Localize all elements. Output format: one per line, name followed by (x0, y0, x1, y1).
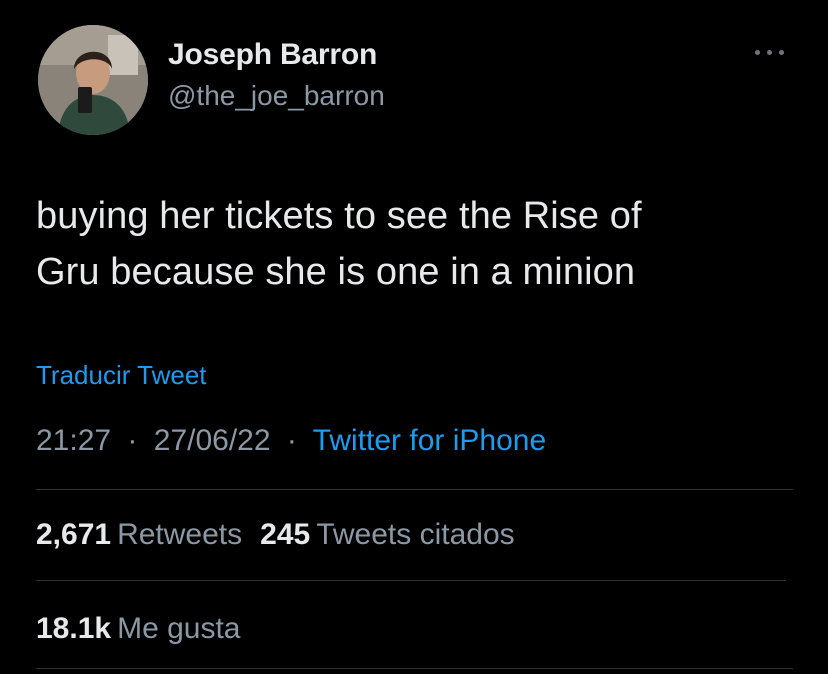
quote-tweets-label: Tweets citados (316, 518, 515, 551)
engagement-stats: 2,671 Retweets 245 Tweets citados (36, 518, 533, 552)
tweet-text-line: buying her tickets to see the Rise of (36, 195, 642, 237)
quote-tweets-count: 245 (260, 518, 311, 551)
dot (767, 50, 772, 55)
retweets-stat[interactable]: 2,671 Retweets (36, 518, 242, 551)
more-options-icon[interactable] (752, 40, 792, 64)
author-handle[interactable]: @the_joe_barron (168, 80, 385, 112)
profile-photo-icon (38, 25, 148, 135)
likes-stat[interactable]: 18.1k Me gusta (36, 612, 240, 645)
tweet-detail: Joseph Barron @the_joe_barron buying her… (0, 0, 828, 674)
retweets-label: Retweets (117, 518, 243, 551)
quote-tweets-stat[interactable]: 245 Tweets citados (260, 518, 515, 551)
likes-row: 18.1k Me gusta (36, 612, 258, 646)
tweet-text: buying her tickets to see the Rise of Gr… (36, 188, 806, 300)
tweet-text-line: Gru because she is one in a minion (36, 251, 636, 293)
dot (755, 50, 760, 55)
translate-tweet-link[interactable]: Traducir Tweet (36, 360, 207, 391)
meta-separator: · (127, 424, 138, 457)
likes-count: 18.1k (36, 612, 112, 645)
divider (36, 489, 793, 490)
tweet-source-link[interactable]: Twitter for iPhone (313, 424, 546, 457)
dot (779, 50, 784, 55)
likes-label: Me gusta (117, 612, 241, 645)
tweet-time[interactable]: 21:27 (36, 424, 111, 457)
author-avatar[interactable] (38, 25, 148, 135)
retweets-count: 2,671 (36, 518, 112, 551)
divider (36, 580, 786, 581)
tweet-date[interactable]: 27/06/22 (154, 424, 271, 457)
meta-separator: · (286, 424, 297, 457)
tweet-meta: 21:27 · 27/06/22 · Twitter for iPhone (36, 424, 546, 458)
author-name[interactable]: Joseph Barron (168, 38, 377, 72)
divider (36, 668, 793, 669)
